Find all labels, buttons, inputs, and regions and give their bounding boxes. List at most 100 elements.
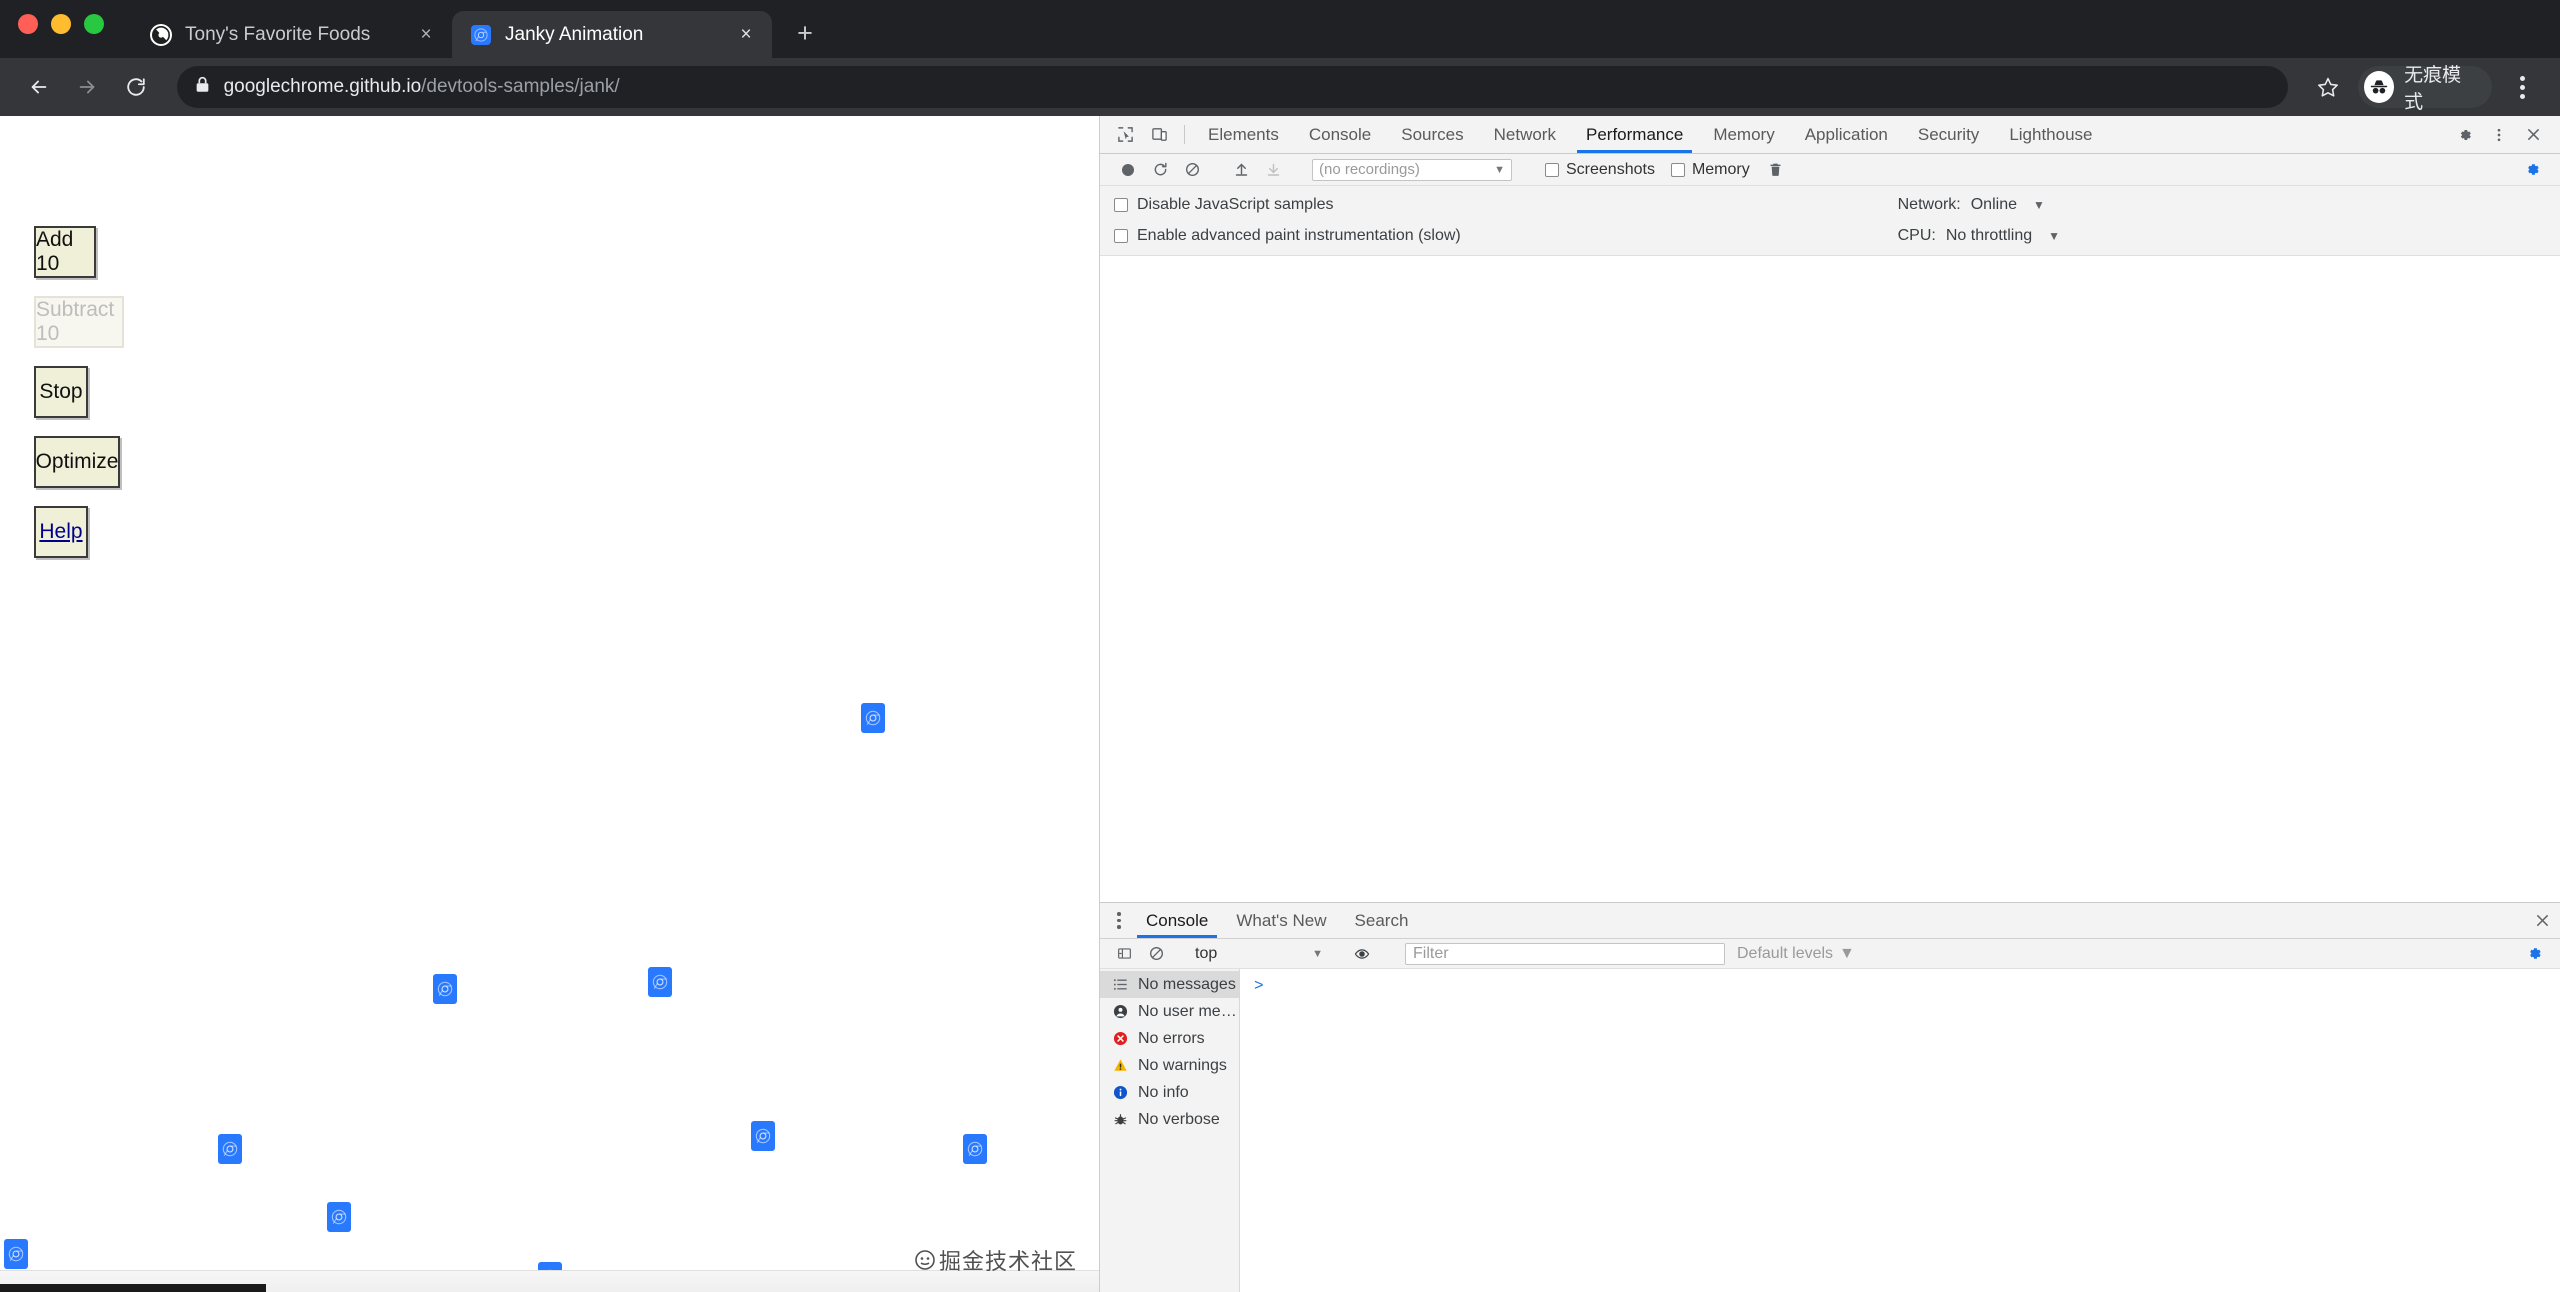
url-host: googlechrome.github.io: [223, 76, 422, 97]
animated-mover-square: [861, 703, 885, 733]
chevron-down-icon: ▼: [1312, 947, 1323, 960]
kebab-menu-icon[interactable]: [2502, 66, 2542, 108]
network-value: Online: [1970, 196, 2017, 213]
devtools-tab-sources[interactable]: Sources: [1386, 116, 1478, 153]
devtools-tab-memory[interactable]: Memory: [1698, 116, 1789, 153]
drawer-tab-search[interactable]: Search: [1341, 903, 1423, 938]
memory-checkbox[interactable]: Memory: [1670, 160, 1750, 179]
clear-console-icon[interactable]: [1140, 940, 1172, 968]
device-toolbar-icon[interactable]: [1142, 116, 1176, 153]
checkbox-box: [1114, 229, 1128, 243]
advanced-paint-checkbox[interactable]: Enable advanced paint instrumentation (s…: [1114, 227, 1461, 245]
console-message-area[interactable]: >: [1240, 969, 2560, 1292]
chevron-down-icon: ▼: [2032, 198, 2045, 212]
web-page-viewport: Add 10 Subtract 10 Stop Optimize Help 掘金技术社区: [0, 116, 1100, 1292]
reload-record-icon[interactable]: [1144, 156, 1176, 184]
devtools-tab-elements[interactable]: Elements: [1193, 116, 1294, 153]
kebab-menu-icon[interactable]: [2482, 127, 2516, 143]
record-icon[interactable]: [1112, 156, 1144, 184]
console-sidebar-icon[interactable]: [1108, 940, 1140, 968]
console-sidebar-item-user-messages[interactable]: No user me…: [1100, 998, 1239, 1025]
trash-icon[interactable]: [1760, 156, 1792, 184]
screenshots-checkbox[interactable]: Screenshots: [1545, 161, 1655, 179]
page-horizontal-scrollbar[interactable]: [0, 1270, 1099, 1292]
devtools-tab-application[interactable]: Application: [1790, 116, 1903, 153]
close-window-button[interactable]: [18, 14, 38, 34]
address-bar[interactable]: googlechrome.github.io/devtools-samples/…: [176, 66, 2288, 108]
url-path: /devtools-samples/jank/: [421, 76, 620, 97]
animated-mover-square: [751, 1121, 775, 1151]
console-sidebar-item-messages[interactable]: No messages: [1100, 971, 1239, 998]
page-button-add-10[interactable]: Add 10: [34, 226, 96, 278]
recordings-dropdown[interactable]: (no recordings) ▼: [1312, 158, 1512, 181]
new-tab-button[interactable]: +: [784, 12, 826, 54]
tab-janky-animation[interactable]: Janky Animation ×: [452, 11, 772, 58]
download-icon[interactable]: [1257, 156, 1289, 184]
devtools-tab-performance[interactable]: Performance: [1571, 116, 1698, 153]
memory-label: Memory: [1691, 160, 1750, 178]
drawer-tab-console[interactable]: Console: [1132, 903, 1222, 938]
scrollbar-thumb[interactable]: [0, 1284, 266, 1292]
drawer-tab-whats-new[interactable]: What's New: [1222, 903, 1340, 938]
bug-icon: [1112, 1111, 1129, 1128]
maximize-window-button[interactable]: [84, 14, 104, 34]
tab-tonys-favorite-foods[interactable]: Tony's Favorite Foods ×: [132, 11, 452, 58]
console-filter-input[interactable]: Filter: [1405, 942, 1725, 965]
forward-button[interactable]: [66, 65, 108, 109]
devtools-tab-network[interactable]: Network: [1479, 116, 1571, 153]
devtools-tab-security[interactable]: Security: [1903, 116, 1994, 153]
close-icon[interactable]: [2524, 903, 2560, 938]
network-throttling-row[interactable]: Network: Online ▼: [1898, 196, 2060, 214]
dark-circle-icon: [150, 23, 172, 46]
devtools-drawer: Console What's New Search top ▼ Filter D…: [1100, 902, 2560, 1292]
console-levels-value: Default levels: [1737, 944, 1834, 962]
network-label: Network:: [1897, 196, 1961, 213]
cpu-throttling-row[interactable]: CPU: No throttling ▼: [1898, 227, 2060, 245]
tab-title: Janky Animation: [505, 23, 644, 45]
screenshots-label: Screenshots: [1566, 160, 1655, 178]
console-body: No messages No user me… No errors No war…: [1100, 969, 2560, 1292]
page-button-help[interactable]: Help: [34, 506, 88, 558]
bookmark-star-icon[interactable]: [2308, 66, 2348, 108]
devtools-tab-lighthouse[interactable]: Lighthouse: [1994, 116, 2107, 153]
page-button-label: Help: [39, 520, 83, 543]
browser-window: Tony's Favorite Foods × Janky Animation …: [0, 0, 2560, 1292]
console-sidebar-label: No errors: [1138, 1029, 1205, 1047]
inspect-element-icon[interactable]: [1108, 116, 1142, 153]
list-icon: [1112, 976, 1129, 993]
close-icon[interactable]: [2516, 127, 2550, 142]
reload-button[interactable]: [114, 65, 156, 109]
disable-js-samples-checkbox[interactable]: Disable JavaScript samples: [1114, 196, 1461, 214]
advanced-paint-label: Enable advanced paint instrumentation (s…: [1137, 227, 1461, 244]
page-button-label: Add 10: [36, 228, 74, 275]
animated-mover-square: [4, 1239, 28, 1269]
kebab-menu-icon[interactable]: [1106, 903, 1132, 938]
upload-icon[interactable]: [1225, 156, 1257, 184]
minimize-window-button[interactable]: [51, 14, 71, 34]
tab-close-icon[interactable]: ×: [414, 23, 438, 47]
console-context-dropdown[interactable]: top ▼: [1189, 943, 1329, 965]
tab-close-icon[interactable]: ×: [734, 23, 758, 47]
console-sidebar-item-errors[interactable]: No errors: [1100, 1025, 1239, 1052]
gear-icon[interactable]: [2448, 127, 2482, 143]
console-sidebar-item-info[interactable]: No info: [1100, 1079, 1239, 1106]
console-sidebar-item-verbose[interactable]: No verbose: [1100, 1106, 1239, 1133]
tab-strip: Tony's Favorite Foods × Janky Animation …: [0, 0, 2560, 58]
recordings-value: (no recordings): [1319, 161, 1420, 178]
console-sidebar-item-warnings[interactable]: No warnings: [1100, 1052, 1239, 1079]
back-button[interactable]: [18, 65, 60, 109]
warning-icon: [1112, 1057, 1129, 1074]
console-settings-icon[interactable]: [2518, 940, 2550, 968]
chevron-down-icon: ▼: [1839, 944, 1855, 962]
incognito-label: 无痕模式: [2404, 65, 2462, 113]
live-expression-icon[interactable]: [1346, 940, 1378, 968]
incognito-indicator[interactable]: 无痕模式: [2357, 65, 2493, 113]
devtools-panel: Elements Console Sources Network Perform…: [1100, 116, 2560, 1292]
capture-settings-icon[interactable]: [2516, 156, 2548, 184]
devtools-tab-console[interactable]: Console: [1294, 116, 1386, 153]
page-button-stop[interactable]: Stop: [34, 366, 88, 418]
console-levels-dropdown[interactable]: Default levels ▼: [1737, 945, 1855, 963]
clear-icon[interactable]: [1176, 156, 1208, 184]
performance-capture-settings: Disable JavaScript samples Enable advanc…: [1100, 186, 2560, 256]
page-button-optimize[interactable]: Optimize: [34, 436, 120, 488]
